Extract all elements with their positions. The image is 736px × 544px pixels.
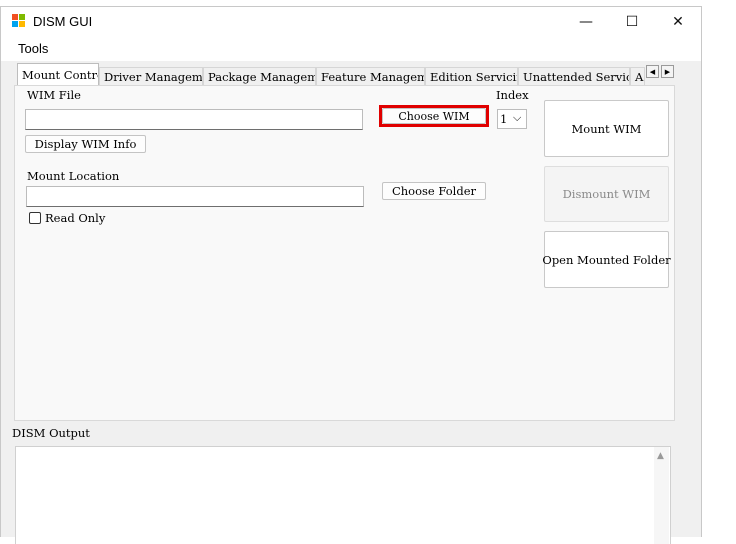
mount-location-input[interactable] (26, 186, 364, 207)
button-label: Display WIM Info (34, 137, 137, 151)
minimize-button[interactable]: — (563, 7, 609, 37)
button-label: Mount WIM (571, 121, 642, 136)
minimize-icon: — (579, 14, 593, 30)
maximize-button[interactable]: ☐ (609, 7, 655, 37)
wim-file-input[interactable] (25, 109, 363, 130)
choose-folder-button[interactable]: Choose Folder (382, 182, 486, 200)
read-only-label: Read Only (45, 211, 106, 225)
dism-output-textbox[interactable] (15, 446, 671, 544)
arrow-right-icon: ▶ (664, 67, 671, 76)
tab-label: Mount Control (22, 67, 98, 82)
display-wim-info-button[interactable]: Display WIM Info (25, 135, 146, 153)
mount-control-panel: WIM File Choose WIM Index 1 ⌵ Display WI… (14, 85, 675, 421)
menu-tools[interactable]: Tools (18, 41, 48, 56)
tab-scroll-right-button[interactable]: ▶ (661, 65, 674, 78)
arrow-left-icon: ◀ (649, 67, 656, 76)
tab-unattended-servicing[interactable]: Unattended Servicing (518, 67, 630, 85)
choose-wim-button[interactable]: Choose WIM (382, 108, 486, 124)
tab-label: A (635, 69, 644, 84)
button-label: Choose WIM (398, 109, 470, 123)
tab-feature-management[interactable]: Feature Management (316, 67, 425, 85)
dismount-wim-button[interactable]: Dismount WIM (544, 166, 669, 222)
main-window: DISM GUI — ☐ ✕ Tools Mount Control Drive… (0, 6, 702, 544)
window-title: DISM GUI (33, 14, 93, 29)
tab-package-management[interactable]: Package Management (203, 67, 316, 85)
output-scrollbar[interactable]: ▲ (654, 447, 669, 544)
dism-output-label: DISM Output (12, 426, 90, 440)
close-button[interactable]: ✕ (655, 7, 701, 37)
tab-label: Unattended Servicing (523, 69, 629, 84)
choose-wim-highlight: Choose WIM (379, 105, 489, 127)
tab-truncated[interactable]: A (630, 67, 645, 85)
button-label: Dismount WIM (562, 187, 651, 201)
menu-bar: Tools (1, 37, 701, 61)
app-icon (12, 14, 25, 27)
tab-label: Edition Servicing (430, 69, 517, 84)
title-bar[interactable]: DISM GUI — ☐ ✕ (1, 7, 701, 37)
tab-edition-servicing[interactable]: Edition Servicing (425, 67, 518, 85)
read-only-checkbox[interactable] (29, 212, 41, 224)
tab-scroll-left-button[interactable]: ◀ (646, 65, 659, 78)
button-label: Choose Folder (391, 184, 477, 198)
index-value: 1 (500, 112, 508, 126)
chevron-down-icon: ⌵ (513, 111, 522, 124)
mount-location-label: Mount Location (27, 169, 120, 183)
open-mounted-folder-button[interactable]: Open Mounted Folder (542, 231, 671, 288)
scroll-up-icon[interactable]: ▲ (657, 451, 664, 461)
mount-wim-button[interactable]: Mount WIM (544, 100, 669, 157)
tab-label: Driver Management (104, 69, 203, 84)
maximize-icon: ☐ (625, 14, 639, 30)
tab-label: Package Management (208, 69, 315, 84)
close-icon: ✕ (672, 14, 684, 30)
index-select[interactable]: 1 ⌵ (497, 109, 527, 129)
tab-driver-management[interactable]: Driver Management (99, 67, 203, 85)
button-label: Open Mounted Folder (542, 252, 671, 267)
tab-label: Feature Management (321, 69, 424, 84)
index-label: Index (496, 88, 529, 102)
tab-mount-control[interactable]: Mount Control (17, 63, 99, 85)
wim-file-label: WIM File (27, 88, 81, 102)
